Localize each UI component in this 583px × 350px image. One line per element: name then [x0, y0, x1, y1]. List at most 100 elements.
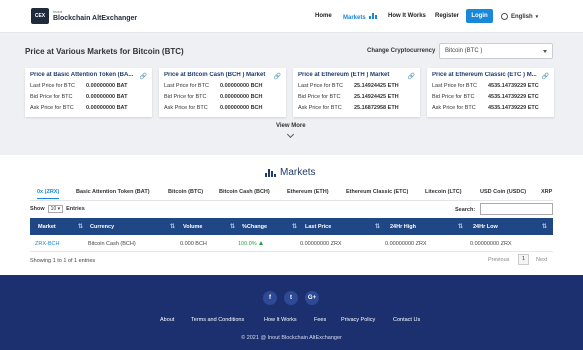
logo[interactable]: CEX [31, 8, 49, 24]
facebook-icon[interactable]: f [263, 291, 277, 305]
card-label: Ask Price for BTC [432, 105, 476, 111]
card-value: 25.16872958 ETH [354, 105, 399, 111]
price-card: Price at Basic Attention Token (BA... 🔗 … [25, 68, 152, 117]
markets-title: Markets [280, 167, 316, 178]
header: CEX Inout Blockchain AltExchanger Home M… [0, 0, 583, 33]
sort-icon[interactable]: ⇅ [375, 223, 380, 230]
view-more-link[interactable]: View More [276, 123, 306, 129]
cell-24hr-high: 0.00000000 ZRX [385, 241, 427, 247]
table-info: Showing 1 to 1 of 1 entries [30, 258, 96, 264]
markets-heading: Markets [265, 167, 316, 178]
nav-how-it-works[interactable]: How It Works [388, 13, 426, 19]
card-label: Ask Price for BTC [164, 105, 208, 111]
col-currency[interactable]: Currency [90, 224, 114, 230]
card-value: 0.00000000 BCH [220, 105, 263, 111]
page-size-value: 10 [50, 206, 57, 212]
search-input[interactable] [480, 203, 553, 215]
card-label: Last Price for BTC [432, 83, 477, 89]
card-value: 0.00000000 BAT [86, 105, 128, 111]
language-label: English [511, 13, 533, 20]
brand[interactable]: Inout Blockchain AltExchanger [53, 10, 138, 23]
link-icon[interactable]: 🔗 [542, 73, 549, 80]
card-label: Last Price for BTC [298, 83, 343, 89]
sort-icon[interactable]: ⇅ [170, 223, 175, 230]
col-last-price[interactable]: Last Price [305, 224, 331, 230]
tab-bat[interactable]: Basic Attention Token (BAT) [76, 189, 150, 195]
nav-home[interactable]: Home [315, 13, 332, 19]
table-header: Market ⇅ Currency ⇅ Volume ⇅ %Change ⇅ L… [30, 218, 553, 235]
price-card: Price at Bitcoin Cash (BCH ) Market 🔗 La… [159, 68, 286, 117]
footer-link-privacy[interactable]: Privacy Policy [341, 317, 375, 323]
currency-select-value: Bitcoin (BTC ) [445, 48, 483, 54]
col-volume[interactable]: Volume [183, 224, 202, 230]
change-value: 100.0% [238, 241, 257, 247]
tab-ltc[interactable]: Litecoin (LTC) [425, 189, 462, 195]
login-button[interactable]: Login [466, 9, 493, 23]
copyright: © 2021 @ Inout Blockchain AltExchanger [241, 335, 342, 341]
footer-link-how-it-works[interactable]: How It Works [264, 317, 297, 323]
tab-zrx[interactable]: 0x (ZRX) [37, 189, 60, 199]
col-24hr-high[interactable]: 24Hr High [390, 224, 416, 230]
cell-market[interactable]: ZRX-BCH [35, 241, 59, 247]
tab-eth[interactable]: Ethereum (ETH) [287, 189, 329, 195]
page-size-select[interactable]: 10 ▾ [47, 205, 64, 213]
sort-icon[interactable]: ⇅ [542, 223, 547, 230]
show-label: Show [30, 206, 45, 212]
card-title: Price at Basic Attention Token (BA... [30, 72, 134, 78]
cell-24hr-low: 0.00000000 ZRX [470, 241, 512, 247]
google-plus-icon[interactable]: G+ [305, 291, 319, 305]
card-title: Price at Ethereum Classic (ETC ) M... [432, 72, 537, 78]
card-value: 4535.14739229 ETC [488, 94, 539, 100]
card-title: Price at Ethereum (ETH ) Market [298, 72, 390, 78]
brand-name: Blockchain AltExchanger [53, 15, 138, 22]
tab-bch[interactable]: Bitcoin Cash (BCH) [219, 189, 270, 195]
price-card: Price at Ethereum Classic (ETC ) M... 🔗 … [427, 68, 554, 117]
chevron-down-icon[interactable] [286, 130, 295, 139]
footer-link-contact[interactable]: Contact Us [393, 317, 420, 323]
sort-icon[interactable]: ⇅ [292, 223, 297, 230]
cell-change: 100.0% [238, 241, 263, 247]
nav-markets[interactable]: Markets [343, 13, 378, 21]
card-value: 4535.14739229 ETC [488, 105, 539, 111]
cell-volume: 0.000 BCH [180, 241, 207, 247]
sort-icon[interactable]: ⇅ [458, 223, 463, 230]
card-value: 4535.14739229 ETC [488, 83, 539, 89]
tab-usdc[interactable]: USD Coin (USDC) [480, 189, 526, 195]
card-label: Last Price for BTC [30, 83, 75, 89]
next-button[interactable]: Next [536, 257, 547, 263]
table-row[interactable]: ZRX-BCH Bitcoin Cash (BCH) 0.000 BCH 100… [30, 235, 553, 252]
card-label: Bid Price for BTC [164, 94, 207, 100]
sort-icon[interactable]: ⇅ [230, 223, 235, 230]
language-selector[interactable]: English ▾ [501, 13, 538, 20]
link-icon[interactable]: 🔗 [274, 73, 281, 80]
card-label: Bid Price for BTC [30, 94, 73, 100]
nav-register[interactable]: Register [435, 13, 459, 19]
card-value: 0.00000000 BCH [220, 94, 263, 100]
link-icon[interactable]: 🔗 [408, 73, 415, 80]
footer-link-about[interactable]: About [160, 317, 174, 323]
price-card: Price at Ethereum (ETH ) Market 🔗 Last P… [293, 68, 420, 117]
previous-button[interactable]: Previous [488, 257, 509, 263]
card-label: Bid Price for BTC [432, 94, 475, 100]
card-value: 25.14924425 ETH [354, 94, 399, 100]
page-button[interactable]: 1 [518, 254, 529, 265]
bar-chart-icon [265, 168, 276, 177]
footer-link-terms[interactable]: Terms and Conditions [191, 317, 244, 323]
col-market[interactable]: Market [38, 224, 56, 230]
footer-link-fees[interactable]: Fees [314, 317, 326, 323]
bar-chart-icon [369, 13, 378, 19]
tab-xrp[interactable]: XRP [541, 189, 552, 195]
tab-btc[interactable]: Bitcoin (BTC) [168, 189, 203, 195]
col-change[interactable]: %Change [242, 224, 267, 230]
sort-icon[interactable]: ⇅ [78, 223, 83, 230]
col-24hr-low[interactable]: 24Hr Low [473, 224, 498, 230]
link-icon[interactable]: 🔗 [140, 73, 147, 80]
currency-select[interactable]: Bitcoin (BTC ) [439, 43, 553, 59]
tab-etc[interactable]: Ethereum Classic (ETC) [346, 189, 408, 195]
cell-currency: Bitcoin Cash (BCH) [88, 241, 136, 247]
card-label: Ask Price for BTC [298, 105, 342, 111]
footer: f t G+ About Terms and Conditions How It… [0, 275, 583, 350]
search-label: Search: [455, 207, 476, 213]
twitter-icon[interactable]: t [284, 291, 298, 305]
tab-divider [30, 200, 553, 201]
